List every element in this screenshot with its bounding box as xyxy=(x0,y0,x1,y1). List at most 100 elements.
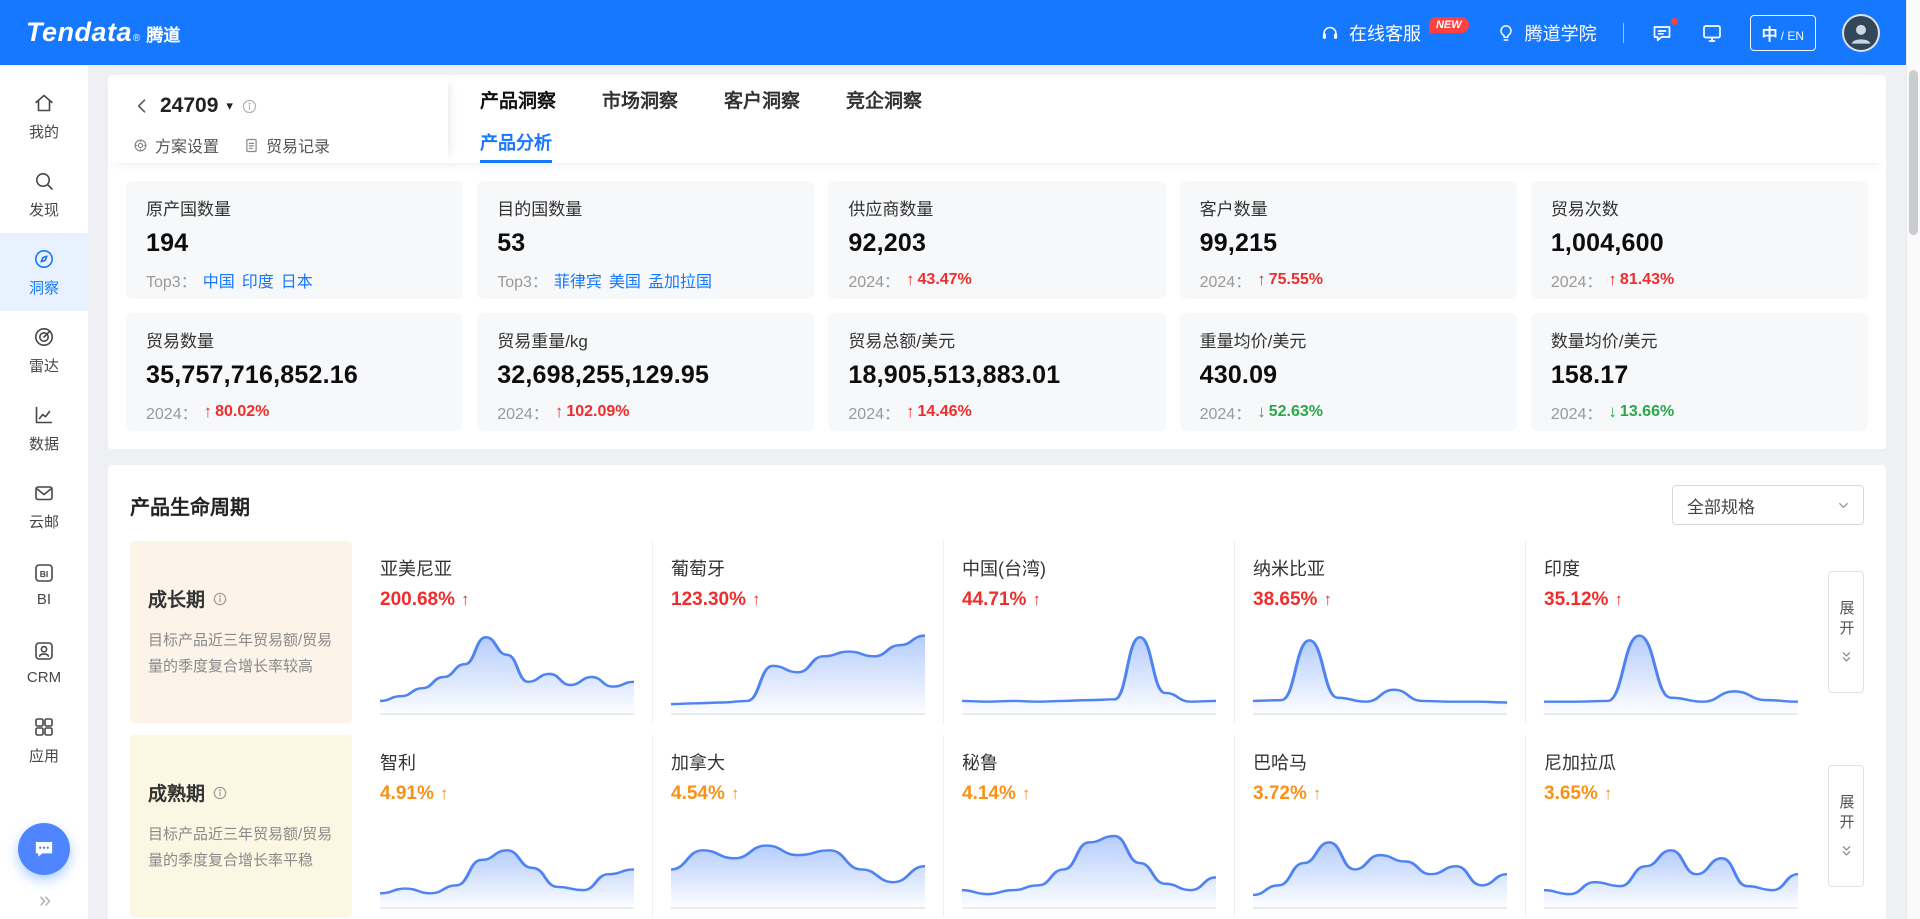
lifecycle-chart-india[interactable]: 印度 35.12%↑ xyxy=(1525,541,1816,723)
sparkline-chart xyxy=(1253,617,1507,715)
stats-row-1: 原产国数量 194 Top3： 中国印度日本 目的国数量 53 Top3： xyxy=(126,181,1868,299)
chart-country: 尼加拉瓜 xyxy=(1544,749,1798,775)
stage-description: 目标产品近三年贸易额/贸易量的季度复合增长率平稳 xyxy=(148,822,334,873)
stat-card-quantity-avg-price: 数量均价/美元 158.17 2024： ↓13.66% xyxy=(1531,313,1868,431)
stat-value: 194 xyxy=(146,229,443,258)
scheme-id[interactable]: 24709 xyxy=(160,94,218,118)
change-value: ↑14.46% xyxy=(906,402,972,422)
lifecycle-chart-peru[interactable]: 秘鲁 4.14%↑ xyxy=(943,735,1234,917)
info-icon[interactable] xyxy=(241,98,258,115)
sidebar-item-apps[interactable]: 应用 xyxy=(0,701,88,779)
stat-meta: 2024： ↑81.43% xyxy=(1551,268,1848,292)
lifecycle-chart-portugal[interactable]: 葡萄牙 123.30%↑ xyxy=(652,541,943,723)
sidebar-item-mine[interactable]: 我的 xyxy=(0,77,88,155)
sidebar-item-bi[interactable]: BI BI xyxy=(0,545,88,623)
sidebar-item-radar[interactable]: 雷达 xyxy=(0,311,88,389)
info-icon[interactable] xyxy=(212,591,228,607)
double-chevron-down-icon xyxy=(1839,844,1854,859)
up-arrow-icon: ↑ xyxy=(1032,590,1041,610)
sidebar-label: 云邮 xyxy=(29,511,59,532)
notification-dot xyxy=(1670,17,1679,26)
search-icon xyxy=(32,169,56,193)
sidebar-item-data[interactable]: 数据 xyxy=(0,389,88,467)
logo-registered-mark: ® xyxy=(133,33,140,44)
lifecycle-chart-namibia[interactable]: 纳米比亚 38.65%↑ xyxy=(1234,541,1525,723)
sparkline-chart xyxy=(380,811,634,909)
lifecycle-chart-canada[interactable]: 加拿大 4.54%↑ xyxy=(652,735,943,917)
sparkline-chart xyxy=(962,617,1216,715)
top3-link[interactable]: 印度 xyxy=(242,274,274,291)
lifecycle-chart-taiwan[interactable]: 中国(台湾) 44.71%↑ xyxy=(943,541,1234,723)
stat-title: 贸易总额/美元 xyxy=(848,327,1145,352)
language-toggle[interactable]: 中 / EN xyxy=(1750,15,1816,51)
trade-records-link[interactable]: 贸易记录 xyxy=(243,133,330,157)
page-header: 24709 ▾ 方案设置 贸易记录 产品洞察 xyxy=(108,75,1886,163)
tab-customer-insight[interactable]: 客户洞察 xyxy=(724,86,800,113)
user-avatar[interactable] xyxy=(1842,14,1880,52)
top3-link[interactable]: 中国 xyxy=(203,274,235,291)
stat-title: 供应商数量 xyxy=(848,195,1145,220)
top3-link[interactable]: 日本 xyxy=(281,274,313,291)
stat-card-trade-quantity: 贸易数量 35,757,716,852.16 2024： ↑80.02% xyxy=(126,313,463,431)
subtab-product-analysis[interactable]: 产品分析 xyxy=(480,123,552,163)
sidebar-item-crm[interactable]: CRM xyxy=(0,623,88,701)
spec-filter-dropdown[interactable]: 全部规格 xyxy=(1672,485,1864,525)
online-service-button[interactable]: 在线客服 NEW xyxy=(1319,20,1469,46)
stat-meta: 2024： ↑80.02% xyxy=(146,400,443,424)
scheme-settings-link[interactable]: 方案设置 xyxy=(132,133,219,157)
workbench-button[interactable] xyxy=(1700,21,1724,45)
tab-product-insight[interactable]: 产品洞察 xyxy=(480,86,556,113)
sparkline-chart xyxy=(671,617,925,715)
double-chevron-down-icon xyxy=(1839,650,1854,665)
chat-bubble-icon xyxy=(31,836,57,862)
lifecycle-chart-armenia[interactable]: 亚美尼亚 200.68%↑ xyxy=(362,541,652,723)
feedback-button[interactable] xyxy=(1650,21,1674,45)
meta-label: 2024： xyxy=(497,400,549,424)
sidebar-label: 数据 xyxy=(29,433,59,454)
lifecycle-chart-nicaragua[interactable]: 尼加拉瓜 3.65%↑ xyxy=(1525,735,1816,917)
lifecycle-chart-chile[interactable]: 智利 4.91%↑ xyxy=(362,735,652,917)
lifecycle-chart-bahamas[interactable]: 巴哈马 3.72%↑ xyxy=(1234,735,1525,917)
stat-title: 客户数量 xyxy=(1200,195,1497,220)
back-icon[interactable] xyxy=(132,96,152,116)
expand-button[interactable]: 展开 xyxy=(1828,571,1864,693)
overview-panel: 24709 ▾ 方案设置 贸易记录 产品洞察 xyxy=(108,75,1886,449)
top3-link[interactable]: 美国 xyxy=(609,274,641,291)
tab-market-insight[interactable]: 市场洞察 xyxy=(602,86,678,113)
top3-link[interactable]: 孟加拉国 xyxy=(648,274,712,291)
expand-button[interactable]: 展开 xyxy=(1828,765,1864,887)
change-value: ↓13.66% xyxy=(1608,402,1674,422)
scrollbar[interactable] xyxy=(1906,0,1920,919)
customer-service-fab[interactable] xyxy=(18,823,70,875)
crm-icon xyxy=(32,639,56,663)
lifecycle-row-growth: 成长期 目标产品近三年贸易额/贸易量的季度复合增长率较高 亚美尼亚 200.68… xyxy=(130,541,1864,723)
sidebar-item-insight[interactable]: 洞察 xyxy=(0,233,88,311)
new-badge: NEW xyxy=(1429,17,1469,33)
stat-card-origin-country-count: 原产国数量 194 Top3： 中国印度日本 xyxy=(126,181,463,299)
chart-country: 印度 xyxy=(1544,555,1798,581)
home-icon xyxy=(32,91,56,115)
scheme-dropdown-caret[interactable]: ▾ xyxy=(226,98,233,114)
sidebar-expand-chevrons[interactable]: » xyxy=(39,887,49,913)
sidebar-item-discover[interactable]: 发现 xyxy=(0,155,88,233)
app-logo[interactable]: Tendata® 腾道 xyxy=(26,17,180,48)
change-value: ↑43.47% xyxy=(906,270,972,290)
stat-meta: Top3： 中国印度日本 xyxy=(146,268,443,292)
tab-competitor-insight[interactable]: 竞企洞察 xyxy=(846,86,922,113)
meta-label: 2024： xyxy=(848,268,900,292)
settings-target-icon xyxy=(132,137,149,154)
academy-button[interactable]: 腾道学院 xyxy=(1495,20,1597,46)
info-icon[interactable] xyxy=(212,785,228,801)
scheme-header: 24709 ▾ 方案设置 贸易记录 xyxy=(108,75,448,163)
top3-link[interactable]: 菲律宾 xyxy=(554,274,602,291)
stat-value: 92,203 xyxy=(848,229,1145,258)
meta-label: Top3： xyxy=(146,268,197,292)
insight-tabs-area: 产品洞察 市场洞察 客户洞察 竞企洞察 产品分析 xyxy=(448,75,1886,163)
online-service-label: 在线客服 xyxy=(1349,20,1421,46)
scrollbar-thumb[interactable] xyxy=(1909,70,1918,235)
product-lifecycle-panel: 产品生命周期 全部规格 成长期 目标产品近三年贸易额/贸易量的季度复合增长率较高… xyxy=(108,465,1886,919)
bi-icon: BI xyxy=(32,561,56,585)
stat-meta: 2024： ↑14.46% xyxy=(848,400,1145,424)
headset-icon xyxy=(1319,22,1341,44)
sidebar-item-mail[interactable]: 云邮 xyxy=(0,467,88,545)
